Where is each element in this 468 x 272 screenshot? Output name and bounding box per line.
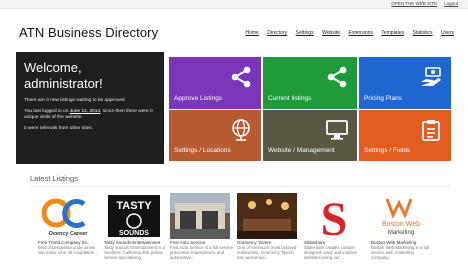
listing-card[interactable]: TASTY SOUNDS Tasty Sounds Entertainment … (104, 193, 168, 261)
nav-directory[interactable]: Directory (267, 30, 287, 36)
divider (30, 186, 450, 187)
clipboard-icon (422, 120, 440, 141)
share-icon (327, 66, 347, 88)
share-icon (231, 66, 251, 88)
listing-description: best of pengelista unde omnis iste natus… (38, 245, 98, 256)
header: ATN Business Directory Home Directory Se… (0, 10, 468, 50)
listing-logo: Boston Web Marketing (371, 193, 431, 239)
nav-statistics[interactable]: Statistics (413, 30, 433, 36)
listing-logo: Ocency Career (38, 193, 98, 239)
welcome-heading: Welcome, administrator! (24, 60, 103, 91)
last-login-date: June 12, 2014 (69, 109, 101, 114)
listing-description: Slideshare creates custom designed, easy… (304, 245, 358, 261)
nav-website[interactable]: Website (322, 30, 340, 36)
top-utility-bar: OPEN THE WEB SITE Logout (0, 0, 468, 9)
referrals-text: 0 were referrals from other sites. (24, 126, 94, 131)
svg-text:SOUNDS: SOUNDS (119, 230, 149, 237)
listing-description: Tasty sounds Entertainment is a Southern… (104, 245, 165, 261)
listing-card[interactable]: First Auto Service First Auto Service is… (170, 193, 234, 261)
listing-photo (170, 193, 230, 239)
welcome-panel: Welcome, administrator! There are 0 new … (16, 52, 164, 164)
svg-text:Marketing: Marketing (388, 230, 414, 236)
nav-settings[interactable]: Settings (296, 30, 314, 36)
listing-card[interactable]: Ocency Career Free Trend Company Inc. be… (38, 193, 102, 255)
last-login-text: You last logged in on June 12, 2014, sin… (24, 109, 153, 120)
svg-text:TASTY: TASTY (116, 200, 152, 212)
listing-card[interactable]: Gramercy Tavern One of America's most be… (237, 193, 301, 261)
money-hand-icon (421, 67, 441, 86)
tile-website-management[interactable]: Website / Management (263, 110, 357, 161)
tile-current-listings[interactable]: Current listings (263, 57, 357, 109)
listing-card[interactable]: Boston Web Marketing Boston Web Marketin… (371, 193, 435, 261)
nav-users[interactable]: Users (441, 30, 454, 36)
utility-links: OPEN THE WEB SITE Logout (385, 1, 458, 6)
nav-templates[interactable]: Templates (381, 30, 404, 36)
latest-listings-heading: Latest Listings (30, 174, 78, 183)
monitor-icon (326, 120, 348, 140)
tile-label: Current listings (268, 95, 312, 102)
listing-description: One of America's most beloved restaurant… (237, 245, 297, 261)
main-nav: Home Directory Settings Website Extensio… (239, 30, 455, 36)
tile-settings-fields[interactable]: Settings / Fields (359, 110, 451, 161)
listing-logo: TASTY SOUNDS (104, 193, 164, 239)
listing-card[interactable]: S Slideshare Slideshare creates custom d… (304, 193, 368, 261)
tile-settings-locations[interactable]: Settings / Locations (169, 110, 261, 161)
tile-label: Pricing Plans (364, 95, 402, 102)
open-website-link[interactable]: OPEN THE WEB SITE (391, 1, 437, 6)
tile-label: Settings / Fields (364, 147, 411, 154)
site-title: ATN Business Directory (19, 25, 159, 40)
tile-label: Settings / Locations (174, 147, 231, 154)
nav-home[interactable]: Home (246, 30, 259, 36)
listing-description: First Auto Service is a full service pre… (170, 245, 234, 261)
logout-link[interactable]: Logout (444, 1, 458, 6)
tile-label: Website / Management (268, 147, 335, 154)
tile-label: Approve Listings (174, 95, 223, 102)
pending-listings-text: There are 0 new listings waiting to be a… (24, 98, 126, 103)
listing-description: Boston Web Marketing is a full service w… (371, 245, 429, 261)
listing-logo: S (304, 193, 364, 239)
listing-photo (237, 193, 297, 239)
nav-extensions[interactable]: Extensions (348, 30, 372, 36)
tile-pricing-plans[interactable]: Pricing Plans (359, 57, 451, 109)
svg-text:Boston Web: Boston Web (382, 221, 420, 228)
svg-text:S: S (321, 193, 348, 239)
globe-icon (232, 119, 250, 141)
tile-approve-listings[interactable]: Approve Listings (169, 57, 261, 109)
svg-text:Ocency Career: Ocency Career (49, 231, 89, 237)
